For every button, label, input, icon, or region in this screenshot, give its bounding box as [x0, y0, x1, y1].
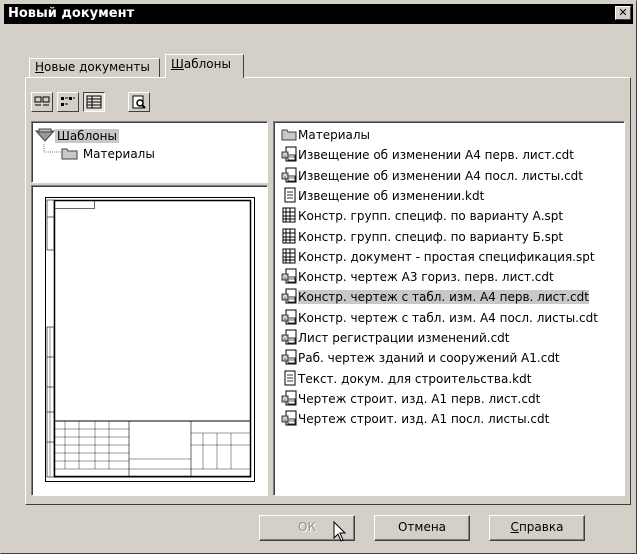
cancel-button-label: Отмена — [397, 520, 447, 534]
file-list-item[interactable]: Констр. чертеж с табл. изм. А4 посл. лис… — [281, 308, 598, 328]
spec-file-icon — [282, 228, 296, 243]
template-preview-thumbnail — [45, 197, 255, 482]
folder-icon — [281, 129, 297, 141]
tab-label: аблоны — [183, 57, 231, 71]
file-list-item[interactable]: Констр. документ - простая спецификация.… — [281, 247, 595, 267]
title-bar[interactable]: Новый документ ✕ — [4, 4, 633, 24]
tree-item-label: Материалы — [82, 147, 155, 161]
help-button[interactable]: Справка — [489, 515, 585, 541]
file-name: Констр. чертеж А3 гориз. перв. лист.cdt — [298, 270, 554, 285]
close-icon: ✕ — [618, 6, 628, 19]
file-list-item[interactable]: Констр. чертеж с табл. изм. А4 перв. лис… — [281, 287, 589, 307]
file-name: Констр. чертеж с табл. изм. А4 перв. лис… — [298, 290, 589, 305]
help-accel-letter: С — [510, 520, 519, 534]
drawing-file-icon — [281, 268, 297, 284]
cancel-button[interactable]: Отмена — [374, 515, 470, 541]
preview-toggle-button[interactable] — [128, 92, 150, 112]
preview-icon — [132, 95, 146, 109]
file-name: Раб. чертеж зданий и сооружений А1.cdt — [298, 351, 560, 366]
tree-item-templates[interactable]: Шаблоны — [34, 128, 119, 145]
tree-connector — [43, 144, 61, 153]
tree-item-materials[interactable]: Материалы — [61, 146, 155, 163]
list-icon — [61, 97, 75, 106]
tree-item-label: Шаблоны — [55, 129, 119, 143]
folder-icon — [61, 148, 78, 160]
details-icon — [86, 95, 102, 109]
file-list-item[interactable]: Констр. чертеж А3 гориз. перв. лист.cdt — [281, 267, 554, 287]
tab-accel-letter: Н — [35, 60, 45, 74]
file-list-item[interactable]: Лист регистрации изменений.cdt — [281, 328, 510, 348]
file-list-item[interactable]: Раб. чертеж зданий и сооружений А1.cdt — [281, 348, 560, 368]
drawing-file-icon — [281, 309, 297, 325]
file-list-item[interactable]: Материалы — [281, 125, 370, 145]
file-name: Извещение об изменении.kdt — [298, 188, 485, 203]
tab-new-documents[interactable]: Новые документы — [29, 58, 160, 77]
file-name: Материалы — [298, 128, 370, 142]
text-doc-file-icon — [284, 187, 296, 203]
file-list-item[interactable]: Констр. групп. специф. по варианту А.spt — [281, 206, 563, 226]
drawing-file-icon — [281, 329, 297, 345]
spec-file-icon — [282, 248, 296, 264]
file-name: Чертеж строит. изд. А1 посл. листы.cdt — [298, 412, 550, 427]
tab-templates[interactable]: Шаблоны — [165, 54, 244, 78]
tab-accel-letter: Ш — [171, 57, 184, 71]
spec-file-icon — [282, 207, 296, 223]
list-view-button[interactable] — [57, 92, 79, 112]
file-list-item[interactable]: Извещение об изменении.kdt — [281, 186, 484, 206]
file-name: Чертеж строит. изд. А1 перв. лист.cdt — [298, 391, 541, 406]
file-name: Констр. групп. специф. по варианту А.spt — [298, 209, 564, 224]
drawing-file-icon — [281, 288, 297, 304]
file-list-item[interactable]: Извещение об изменении А4 перв. лист.cdt — [281, 145, 574, 165]
file-name: Констр. документ - простая спецификация.… — [298, 249, 595, 264]
new-document-dialog: Новый документ ✕ Новые документы Шаблоны… — [0, 0, 637, 554]
file-list-item[interactable]: Констр. групп. специф. по варианту Б.spt — [281, 227, 563, 247]
file-name: Лист регистрации изменений.cdt — [298, 331, 510, 345]
text-doc-file-icon — [284, 370, 296, 386]
file-name: Констр. групп. специф. по варианту Б.spt — [298, 229, 564, 244]
ok-button-label: ОК — [298, 520, 316, 534]
file-name: Текст. докум. для строительства.kdt — [298, 371, 532, 386]
dialog-title: Новый документ — [8, 6, 135, 21]
drawing-file-icon — [281, 410, 297, 426]
tab-label: овые документы — [44, 60, 150, 74]
file-list-item[interactable]: Чертеж строит. изд. А1 посл. листы.cdt — [281, 409, 549, 429]
file-name: Извещение об изменении А4 перв. лист.cdt — [298, 148, 574, 163]
templates-root-icon — [34, 128, 56, 142]
large-icons-view-button[interactable] — [31, 92, 53, 112]
drawing-file-icon — [281, 349, 297, 365]
drawing-file-icon — [281, 167, 297, 183]
drawing-file-icon — [281, 146, 297, 162]
close-button[interactable]: ✕ — [615, 6, 631, 20]
details-view-button[interactable] — [83, 92, 105, 112]
file-list-item[interactable]: Извещение об изменении А4 посл. листы.cd… — [281, 166, 583, 186]
file-name: Констр. чертеж с табл. изм. А4 посл. лис… — [298, 310, 598, 325]
drawing-file-icon — [281, 390, 297, 406]
file-name: Извещение об изменении А4 посл. листы.cd… — [298, 168, 584, 183]
file-list-item[interactable]: Чертеж строит. изд. А1 перв. лист.cdt — [281, 389, 540, 409]
large-icons-icon — [34, 96, 50, 106]
help-button-label: правка — [518, 520, 564, 534]
mouse-cursor-icon — [333, 521, 347, 542]
file-list-item[interactable]: Текст. докум. для строительства.kdt — [281, 369, 531, 389]
